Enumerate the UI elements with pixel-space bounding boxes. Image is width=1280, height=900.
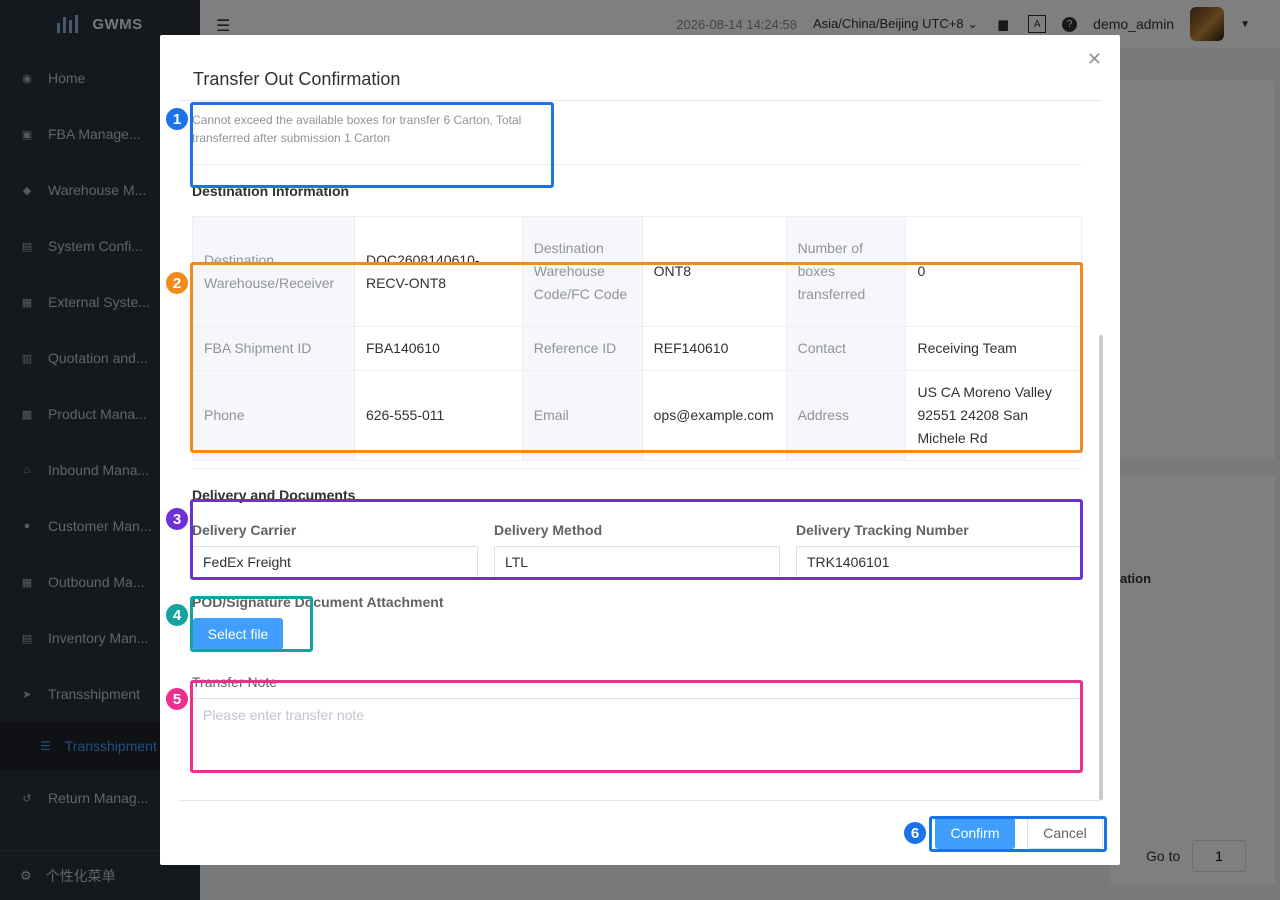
annotation-box-2 <box>190 262 1083 453</box>
annotation-box-6 <box>929 816 1107 852</box>
divider <box>192 468 1082 469</box>
annotation-badge-4: 4 <box>164 602 190 628</box>
divider <box>178 800 1102 801</box>
modal-scrollbar[interactable] <box>1099 335 1103 800</box>
annotation-badge-2: 2 <box>164 270 190 296</box>
annotation-badge-1: 1 <box>164 106 190 132</box>
annotation-box-5 <box>190 680 1083 773</box>
annotation-badge-5: 5 <box>164 686 190 712</box>
divider <box>178 100 1102 101</box>
annotation-badge-6: 6 <box>902 820 928 846</box>
modal-title: Transfer Out Confirmation <box>193 69 401 89</box>
annotation-box-3 <box>190 499 1083 580</box>
close-icon[interactable]: ✕ <box>1087 49 1102 70</box>
annotation-box-4 <box>190 596 313 652</box>
annotation-badge-3: 3 <box>164 506 190 532</box>
annotation-box-1 <box>190 102 554 188</box>
